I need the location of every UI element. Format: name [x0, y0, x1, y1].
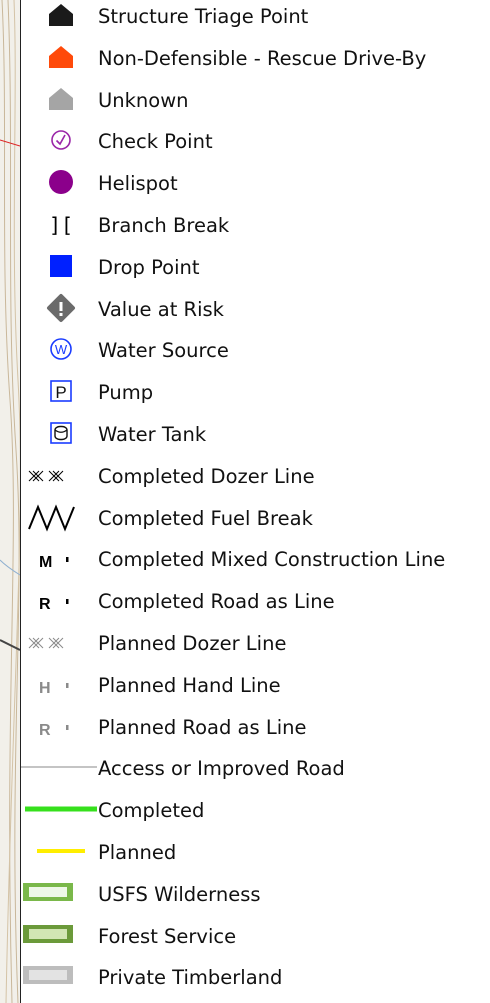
road-line-icon: R	[21, 584, 99, 626]
legend-item-label: Value at Risk	[98, 298, 224, 321]
legend-item-label: Completed Dozer Line	[98, 465, 315, 488]
legend-item: Water Tank	[21, 417, 490, 459]
planned-road-line-icon: R	[21, 710, 99, 752]
mixed-line-icon: M	[21, 542, 99, 584]
legend-item: Access or Improved Road	[21, 751, 490, 793]
water-tank-icon	[21, 417, 99, 459]
legend-item-label: Water Source	[98, 339, 229, 362]
svg-text:H: H	[39, 680, 51, 697]
legend-item-label: Water Tank	[98, 423, 207, 446]
svg-text:R: R	[39, 722, 51, 739]
legend-item: ][ Branch Break	[21, 208, 490, 250]
legend-item-label: Helispot	[98, 172, 178, 195]
legend-item-label: USFS Wilderness	[98, 883, 261, 906]
legend-item: Non-Defensible - Rescue Drive-By	[21, 41, 490, 83]
legend-item: R Planned Road as Line	[21, 710, 490, 752]
legend-item-label: Planned Road as Line	[98, 716, 307, 739]
svg-text:R: R	[39, 596, 51, 613]
legend-item: Helispot	[21, 166, 490, 208]
purple-dot-icon	[21, 166, 99, 208]
legend-item-label: Drop Point	[98, 256, 200, 279]
legend-item: USFS Wilderness	[21, 877, 490, 919]
legend-item-label: Planned Hand Line	[98, 674, 281, 697]
legend-item: Unknown	[21, 83, 490, 125]
legend-item: P Pump	[21, 375, 490, 417]
svg-text:W: W	[55, 342, 68, 357]
blue-square-icon	[21, 250, 99, 292]
legend-item: Planned Dozer Line	[21, 626, 490, 668]
legend-item-label: Private Timberland	[98, 966, 283, 989]
green-line-icon	[21, 793, 99, 835]
legend-item: M Completed Mixed Construction Line	[21, 542, 490, 584]
yellow-line-icon	[21, 835, 99, 877]
map-legend: Structure Triage Point Non-Defensible - R…	[20, 0, 490, 1003]
check-circle-icon	[21, 124, 99, 166]
legend-item-label: Completed Fuel Break	[98, 507, 313, 530]
forest-service-box-icon	[21, 919, 99, 961]
legend-item: W Water Source	[21, 333, 490, 375]
legend-item: Check Point	[21, 124, 490, 166]
legend-item-label: Completed Road as Line	[98, 590, 335, 613]
legend-item-label: Completed	[98, 799, 205, 822]
house-orange-icon	[21, 41, 99, 83]
house-gray-icon	[21, 83, 99, 125]
legend-item-label: Forest Service	[98, 925, 237, 948]
wilderness-box-icon	[21, 877, 99, 919]
legend-item-label: Completed Mixed Construction Line	[98, 548, 446, 571]
dozer-line-icon	[21, 459, 99, 501]
legend-item: Completed	[21, 793, 490, 835]
legend-item-label: Non-Defensible - Rescue Drive-By	[98, 47, 427, 70]
legend-item-label: Structure Triage Point	[98, 5, 309, 28]
legend-item-label: Check Point	[98, 130, 213, 153]
legend-item: Private Timberland	[21, 960, 490, 1002]
value-at-risk-icon	[21, 292, 99, 334]
fuel-break-icon	[21, 501, 99, 543]
water-source-icon: W	[21, 333, 99, 375]
legend-item: Completed Dozer Line	[21, 459, 490, 501]
planned-dozer-line-icon	[21, 626, 99, 668]
legend-item-label: Planned	[98, 841, 177, 864]
legend-item: Completed Fuel Break	[21, 501, 490, 543]
legend-item: Structure Triage Point	[21, 0, 490, 41]
legend-item: R Completed Road as Line	[21, 584, 490, 626]
map-edge[interactable]	[0, 0, 20, 1003]
legend-item: Drop Point	[21, 250, 490, 292]
planned-hand-line-icon: H	[21, 668, 99, 710]
branch-break-icon: ][	[21, 208, 99, 250]
svg-text:P: P	[55, 383, 66, 402]
pump-icon: P	[21, 375, 99, 417]
legend-item-label: Planned Dozer Line	[98, 632, 287, 655]
road-line-thin-icon	[21, 751, 99, 793]
legend-item: Planned	[21, 835, 490, 877]
legend-item: Forest Service	[21, 919, 490, 961]
legend-item-label: Access or Improved Road	[98, 757, 345, 780]
legend-item-label: Branch Break	[98, 214, 230, 237]
legend-item: Value at Risk	[21, 292, 490, 334]
legend-item: H Planned Hand Line	[21, 668, 490, 710]
legend-item-label: Pump	[98, 381, 154, 404]
house-black-icon	[21, 0, 99, 41]
svg-text:M: M	[39, 554, 52, 571]
private-timberland-box-icon	[21, 960, 99, 1002]
svg-text:][: ][	[49, 213, 73, 237]
legend-item-label: Unknown	[98, 89, 189, 112]
